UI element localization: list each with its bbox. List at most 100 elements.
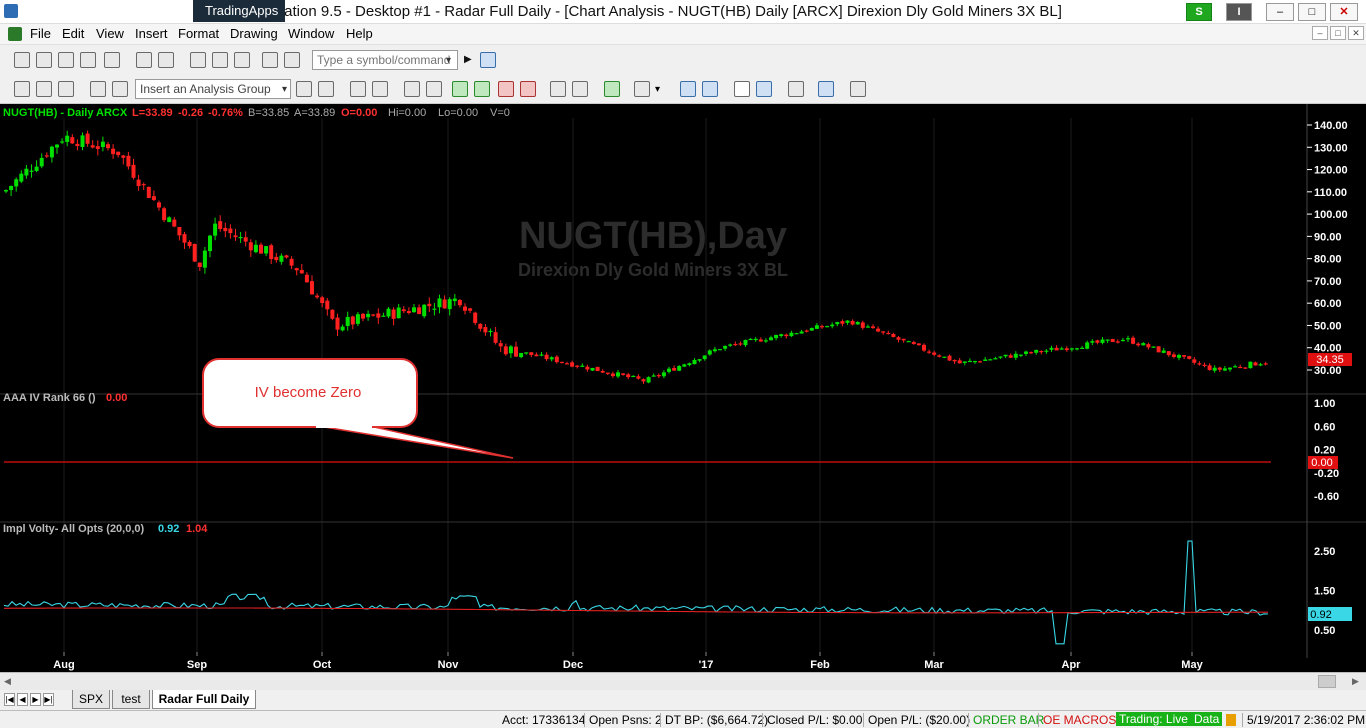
- candle-body: [1263, 363, 1268, 365]
- candle-body: [1100, 339, 1105, 343]
- clipboard-icon[interactable]: [262, 52, 278, 68]
- chart-analysis-window[interactable]: NUGT(HB),Day Direxion Dly Gold Miners 3X…: [0, 104, 1366, 672]
- candle-body: [238, 236, 243, 239]
- link-icon[interactable]: [234, 52, 250, 68]
- horizontal-scrollbar[interactable]: ◀ ▶: [0, 672, 1366, 690]
- mdi-close-button[interactable]: ✕: [1348, 26, 1364, 40]
- candle-body: [820, 326, 824, 328]
- s-button[interactable]: S: [1186, 3, 1212, 21]
- minimize-button[interactable]: –: [1266, 3, 1294, 21]
- copy-icon[interactable]: [284, 52, 300, 68]
- scale-icon[interactable]: [634, 81, 650, 97]
- oe-macros-button[interactable]: OE MACROS: [1038, 713, 1116, 727]
- symbol-lookup-icon[interactable]: [480, 52, 496, 68]
- strategy-icon[interactable]: [90, 81, 106, 97]
- zoom-out-icon[interactable]: [702, 81, 718, 97]
- tab-radar-full-daily[interactable]: Radar Full Daily: [152, 690, 256, 709]
- candle-icon[interactable]: [452, 81, 468, 97]
- print-icon[interactable]: [136, 52, 152, 68]
- next-tab-icon[interactable]: ▶: [30, 693, 41, 706]
- window-list-icon[interactable]: [212, 52, 228, 68]
- symbol-command-input[interactable]: [312, 50, 458, 70]
- candle-body: [243, 237, 248, 242]
- candle-body: [182, 234, 187, 243]
- candle-body: [1095, 340, 1100, 343]
- candle-body: [565, 363, 569, 365]
- bar-type-icon[interactable]: [404, 81, 420, 97]
- crosshair-icon[interactable]: [756, 81, 772, 97]
- symbol-dropdown-arrow-icon[interactable]: ▾: [446, 55, 451, 66]
- data-status[interactable]: Data: [1191, 712, 1223, 726]
- menu-insert[interactable]: Insert: [135, 26, 168, 41]
- open-workspace-icon[interactable]: [58, 52, 74, 68]
- format-icon[interactable]: [350, 81, 366, 97]
- close-button[interactable]: ✕: [1330, 3, 1358, 21]
- bar-up-icon[interactable]: [498, 81, 514, 97]
- expand-bars-icon[interactable]: [572, 81, 588, 97]
- indicator-list-icon[interactable]: [36, 81, 52, 97]
- scroll-thumb[interactable]: [1318, 675, 1336, 688]
- order-bar-button[interactable]: ORDER BAR: [968, 713, 1044, 727]
- candle-body: [60, 141, 65, 143]
- price-tick-label: 80.00: [1314, 254, 1342, 266]
- implvol-label: Impl Volty- All Opts (20,0,0): [3, 523, 145, 535]
- calculator-icon[interactable]: [58, 81, 74, 97]
- chart-properties-icon[interactable]: [818, 81, 834, 97]
- save-icon[interactable]: [80, 52, 96, 68]
- data-window-icon[interactable]: [850, 81, 866, 97]
- first-tab-icon[interactable]: |◀: [4, 693, 15, 706]
- watermark-name: Direxion Dly Gold Miners 3X BL: [518, 260, 788, 280]
- insert-indicator-icon[interactable]: [296, 81, 312, 97]
- compress-bars-icon[interactable]: [550, 81, 566, 97]
- chart-canvas[interactable]: NUGT(HB),Day Direxion Dly Gold Miners 3X…: [0, 104, 1366, 672]
- tradingapps-button[interactable]: TradingApps: [193, 0, 285, 22]
- grid-icon[interactable]: [14, 81, 30, 97]
- folder-icon[interactable]: [104, 52, 120, 68]
- candle-body: [55, 144, 59, 148]
- maximize-button[interactable]: □: [1298, 3, 1326, 21]
- implvol-average: 1.04: [186, 523, 208, 535]
- new-icon[interactable]: [14, 52, 30, 68]
- candle-body: [167, 217, 172, 223]
- last-tab-icon[interactable]: ▶|: [43, 693, 54, 706]
- ivrank-tick-label: 0.60: [1314, 421, 1335, 433]
- tools-icon[interactable]: [788, 81, 804, 97]
- pointer-icon[interactable]: [734, 81, 750, 97]
- trend-icon[interactable]: [112, 81, 128, 97]
- analysis-group-select[interactable]: Insert an Analysis Group ▾: [135, 79, 291, 99]
- tab-test[interactable]: test: [112, 690, 150, 709]
- format-symbol-icon[interactable]: [372, 81, 388, 97]
- chevron-down-icon[interactable]: ▾: [655, 84, 660, 95]
- tab-spx[interactable]: SPX: [72, 690, 110, 709]
- ohlc-icon[interactable]: [426, 81, 442, 97]
- open-icon[interactable]: [36, 52, 52, 68]
- print-preview-icon[interactable]: [158, 52, 174, 68]
- candle-body: [279, 255, 284, 262]
- menu-help[interactable]: Help: [346, 26, 373, 41]
- candle-body: [789, 332, 794, 337]
- i-button[interactable]: I: [1226, 3, 1252, 21]
- menu-drawing[interactable]: Drawing: [230, 26, 278, 41]
- menu-window[interactable]: Window: [288, 26, 334, 41]
- go-arrow-icon[interactable]: ▶: [464, 54, 472, 65]
- insert-strategy-icon[interactable]: [318, 81, 334, 97]
- mdi-minimize-button[interactable]: –: [1312, 26, 1328, 40]
- alert-icon[interactable]: [1226, 714, 1236, 726]
- window-arrange-icon[interactable]: [190, 52, 206, 68]
- candle-body: [44, 155, 49, 157]
- candle-body: [95, 146, 100, 149]
- scroll-left-icon[interactable]: ◀: [4, 676, 11, 687]
- menu-format[interactable]: Format: [178, 26, 219, 41]
- prev-tab-icon[interactable]: ◀: [17, 693, 28, 706]
- menu-file[interactable]: File: [30, 26, 51, 41]
- background-color-icon[interactable]: [604, 81, 620, 97]
- trading-status[interactable]: Trading: Live: [1116, 712, 1191, 726]
- scroll-right-icon[interactable]: ▶: [1352, 676, 1359, 687]
- mdi-restore-button[interactable]: □: [1330, 26, 1346, 40]
- menu-edit[interactable]: Edit: [62, 26, 84, 41]
- zoom-in-icon[interactable]: [680, 81, 696, 97]
- iv-callout[interactable]: IV become Zero: [202, 358, 514, 459]
- candle-hollow-icon[interactable]: [474, 81, 490, 97]
- menu-view[interactable]: View: [96, 26, 124, 41]
- bar-down-icon[interactable]: [520, 81, 536, 97]
